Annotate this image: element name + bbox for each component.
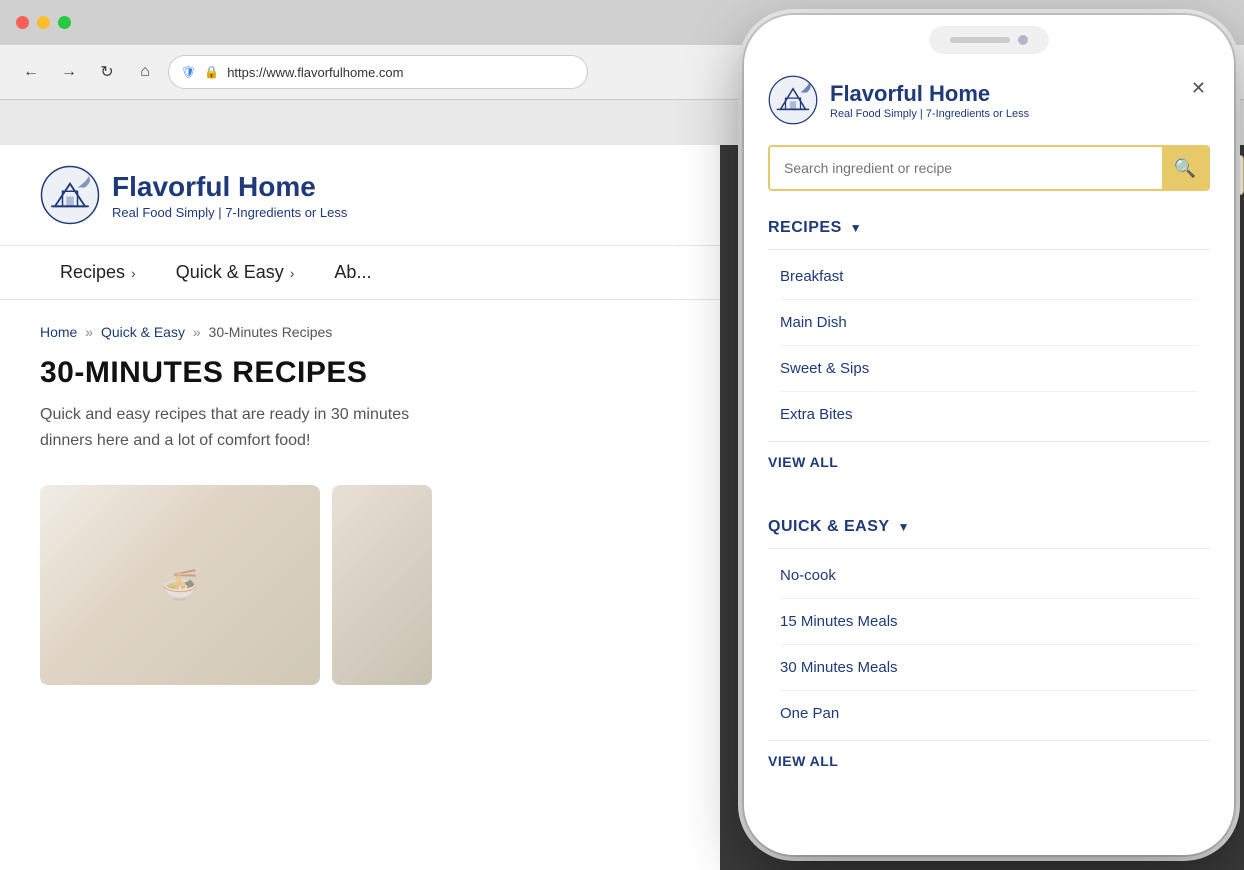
url-display: https://www.flavorfulhome.com bbox=[227, 65, 403, 80]
nav-item-quick-easy[interactable]: Quick & Easy › bbox=[156, 246, 315, 299]
forward-button[interactable]: → bbox=[54, 57, 84, 87]
phone-brand-name: Flavorful Home bbox=[830, 81, 1029, 107]
back-button[interactable]: ← bbox=[16, 57, 46, 87]
phone-search-button[interactable]: 🔍 bbox=[1162, 147, 1208, 189]
phone-speaker bbox=[950, 37, 1010, 43]
close-button[interactable]: ✕ bbox=[1187, 75, 1210, 101]
breadcrumb: Home » Quick & Easy » 30-Minutes Recipes bbox=[40, 324, 680, 340]
recipes-section-title: RECIPES bbox=[768, 219, 842, 237]
site-brand: Flavorful Home Real Food Simply | 7-Ingr… bbox=[112, 171, 347, 220]
food-image-2 bbox=[332, 485, 432, 685]
food-image-placeholder-2 bbox=[332, 485, 432, 685]
phone-notch bbox=[929, 26, 1049, 54]
phone-brand-text: Flavorful Home Real Food Simply | 7-Ingr… bbox=[830, 81, 1029, 120]
logo-area: Flavorful Home Real Food Simply | 7-Ingr… bbox=[40, 165, 347, 225]
recipes-section-header[interactable]: RECIPES ▼ bbox=[768, 207, 1210, 249]
nav-item-one-pan[interactable]: One Pan bbox=[780, 691, 1198, 736]
nav-item-sweet-sips[interactable]: Sweet & Sips bbox=[780, 346, 1198, 392]
site-logo-icon bbox=[40, 165, 100, 225]
nav-item-breakfast[interactable]: Breakfast bbox=[780, 254, 1198, 300]
phone-logo-icon bbox=[768, 75, 818, 125]
phone-camera bbox=[1018, 35, 1028, 45]
quick-easy-section-title: QUICK & EASY bbox=[768, 518, 890, 536]
website-background: Flavorful Home Real Food Simply | 7-Ingr… bbox=[0, 145, 720, 870]
quick-easy-chevron-icon: ▼ bbox=[898, 520, 910, 534]
breadcrumb-sep-2: » bbox=[193, 324, 205, 340]
nav-item-recipes[interactable]: Recipes › bbox=[40, 246, 156, 299]
lock-icon: 🔒 bbox=[204, 65, 219, 79]
address-bar[interactable]: 🛡 🔒 https://www.flavorfulhome.com bbox=[168, 55, 588, 89]
recipes-view-all[interactable]: VIEW ALL bbox=[768, 442, 1210, 486]
page-description: Quick and easy recipes that are ready in… bbox=[40, 402, 680, 453]
site-nav: Recipes › Quick & Easy › Ab... bbox=[0, 245, 720, 300]
nav-item-no-cook[interactable]: No-cook bbox=[780, 553, 1198, 599]
recipes-chevron-icon: ▼ bbox=[850, 221, 862, 235]
food-image-placeholder-1: 🍜 bbox=[40, 485, 320, 685]
breadcrumb-area: Home » Quick & Easy » 30-Minutes Recipes bbox=[0, 300, 720, 348]
phone-header: Flavorful Home Real Food Simply | 7-Ingr… bbox=[744, 65, 1234, 137]
traffic-light-red[interactable] bbox=[16, 16, 29, 29]
nav-item-15-minutes[interactable]: 15 Minutes Meals bbox=[780, 599, 1198, 645]
phone-search-area: 🔍 bbox=[744, 137, 1234, 207]
phone-search-input[interactable] bbox=[770, 147, 1162, 189]
breadcrumb-parent[interactable]: Quick & Easy bbox=[101, 324, 185, 340]
phone-frame: Flavorful Home Real Food Simply | 7-Ingr… bbox=[744, 15, 1234, 855]
quick-easy-sub-items: No-cook 15 Minutes Meals 30 Minutes Meal… bbox=[768, 549, 1210, 740]
site-name: Flavorful Home bbox=[112, 171, 347, 203]
nav-item-about[interactable]: Ab... bbox=[314, 246, 391, 299]
food-images-row: 🍜 bbox=[0, 469, 720, 685]
mobile-overlay: Flavorful Home Real Food Simply | 7-Ingr… bbox=[744, 15, 1234, 855]
phone-logo-area: Flavorful Home Real Food Simply | 7-Ingr… bbox=[768, 75, 1029, 125]
traffic-light-yellow[interactable] bbox=[37, 16, 50, 29]
food-image-1: 🍜 bbox=[40, 485, 320, 685]
search-icon: 🔍 bbox=[1174, 158, 1196, 179]
breadcrumb-home[interactable]: Home bbox=[40, 324, 77, 340]
recipes-chevron-icon: › bbox=[131, 265, 136, 281]
refresh-button[interactable]: ↻ bbox=[92, 57, 122, 87]
breadcrumb-sep-1: » bbox=[85, 324, 97, 340]
recipes-nav-section: RECIPES ▼ Breakfast Main Dish Sweet & Si… bbox=[768, 207, 1210, 486]
nav-item-extra-bites[interactable]: Extra Bites bbox=[780, 392, 1198, 437]
quick-easy-section-header[interactable]: QUICK & EASY ▼ bbox=[768, 506, 1210, 548]
traffic-light-green[interactable] bbox=[58, 16, 71, 29]
phone-nav-content: RECIPES ▼ Breakfast Main Dish Sweet & Si… bbox=[744, 207, 1234, 855]
breadcrumb-current: 30-Minutes Recipes bbox=[209, 324, 333, 340]
nav-item-main-dish[interactable]: Main Dish bbox=[780, 300, 1198, 346]
phone-brand-tagline: Real Food Simply | 7-Ingredients or Less bbox=[830, 108, 1029, 120]
shield-icon: 🛡 bbox=[181, 65, 196, 79]
quick-easy-nav-section: QUICK & EASY ▼ No-cook 15 Minutes Meals … bbox=[768, 506, 1210, 785]
quick-easy-chevron-icon: › bbox=[290, 265, 295, 281]
home-button[interactable]: ⌂ bbox=[130, 57, 160, 87]
site-tagline: Real Food Simply | 7-Ingredients or Less bbox=[112, 205, 347, 220]
page-title: 30-MINUTES RECIPES bbox=[40, 356, 680, 390]
phone-search-box: 🔍 bbox=[768, 145, 1210, 191]
phone-top-bar bbox=[744, 15, 1234, 65]
nav-item-30-minutes[interactable]: 30 Minutes Meals bbox=[780, 645, 1198, 691]
page-title-area: 30-MINUTES RECIPES Quick and easy recipe… bbox=[0, 348, 720, 469]
quick-easy-view-all[interactable]: VIEW ALL bbox=[768, 741, 1210, 785]
recipes-sub-items: Breakfast Main Dish Sweet & Sips Extra B… bbox=[768, 250, 1210, 441]
site-header: Flavorful Home Real Food Simply | 7-Ingr… bbox=[0, 145, 720, 245]
